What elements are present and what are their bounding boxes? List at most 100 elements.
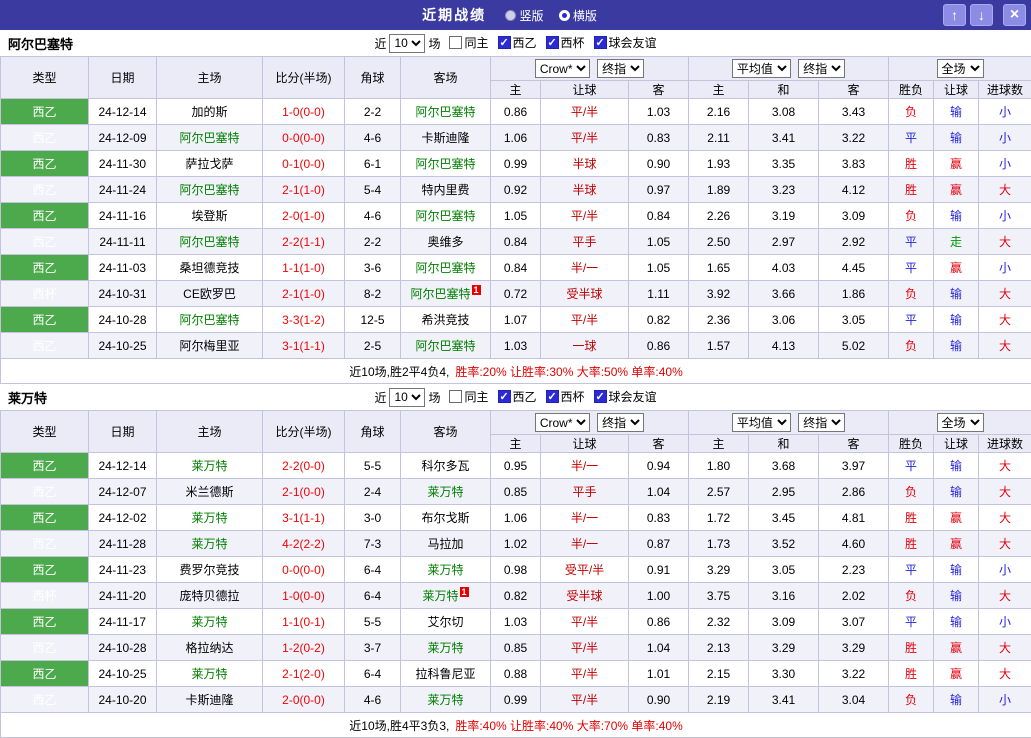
- layout-vertical-label: 竖版: [519, 9, 543, 23]
- filter-club-friendly[interactable]: 球会友谊: [594, 388, 657, 405]
- asia-handicap: 半球: [541, 177, 629, 203]
- euro-draw-odds: 3.05: [749, 557, 819, 583]
- match-score: 2-0(0-0): [263, 687, 345, 713]
- result-handicap: 输: [934, 281, 979, 307]
- euro-away-odds: 4.12: [819, 177, 889, 203]
- asia-handicap: 半球: [541, 151, 629, 177]
- match-type-badge: 西乙: [1, 99, 89, 125]
- filter-checkbox-segunda[interactable]: [498, 36, 511, 49]
- filter-copa[interactable]: 西杯: [546, 388, 585, 405]
- layout-horizontal-radio[interactable]: 横版: [559, 9, 597, 23]
- result-goals: 大: [979, 479, 1031, 505]
- filter-checkboxes: 同主西乙 西杯球会友谊: [440, 388, 656, 406]
- col-euro-draw: 和: [749, 435, 819, 453]
- col-asia-handicap: 让球: [541, 435, 629, 453]
- col-corner: 角球: [345, 57, 401, 99]
- match-score: 0-0(0-0): [263, 557, 345, 583]
- away-team: 阿尔巴塞特: [401, 151, 491, 177]
- corner-score: 2-2: [345, 99, 401, 125]
- result-goals: 大: [979, 281, 1031, 307]
- match-count-select[interactable]: 10: [389, 34, 425, 53]
- asia-time-select[interactable]: 终指: [597, 413, 644, 432]
- match-type-badge: 西乙: [1, 531, 89, 557]
- layout-vertical-radio[interactable]: 竖版: [505, 9, 543, 23]
- asia-handicap: 受半球: [541, 281, 629, 307]
- asia-away-odds: 1.11: [629, 281, 689, 307]
- euro-home-odds: 2.11: [689, 125, 749, 151]
- match-row: 西乙24-11-11阿尔巴塞特2-2(1-1)2-2奥维多0.84平手1.052…: [1, 229, 1031, 255]
- filter-checkbox-copa[interactable]: [546, 36, 559, 49]
- euro-away-odds: 3.29: [819, 635, 889, 661]
- asia-handicap: 平手: [541, 479, 629, 505]
- filter-checkbox-segunda[interactable]: [498, 390, 511, 403]
- scroll-down-button[interactable]: ↓: [970, 4, 993, 26]
- asia-handicap: 平/半: [541, 635, 629, 661]
- result-winloss: 平: [889, 125, 934, 151]
- home-team: 莱万特: [157, 505, 263, 531]
- topbar-buttons: ↑ ↓ ×: [943, 4, 1026, 26]
- match-type-badge: 西乙: [1, 687, 89, 713]
- match-type-badge: 西乙: [1, 203, 89, 229]
- euro-bookmaker-select[interactable]: 平均值: [732, 413, 791, 432]
- asia-time-select[interactable]: 终指: [597, 59, 644, 78]
- filter-segunda[interactable]: 西乙: [498, 34, 537, 51]
- asia-home-odds: 0.85: [491, 635, 541, 661]
- match-count-select[interactable]: 10: [389, 388, 425, 407]
- filter-club-friendly[interactable]: 球会友谊: [594, 34, 657, 51]
- close-button[interactable]: ×: [1003, 4, 1026, 26]
- match-row: 西乙24-11-23费罗尔竞技0-0(0-0)6-4莱万特0.98受平/半0.9…: [1, 557, 1031, 583]
- euro-away-odds: 3.22: [819, 661, 889, 687]
- filter-same-home[interactable]: 同主: [449, 388, 488, 405]
- match-type-badge: 西乙: [1, 177, 89, 203]
- match-row: 西乙24-12-09阿尔巴塞特0-0(0-0)4-6卡斯迪隆1.06平/半0.8…: [1, 125, 1031, 151]
- col-asia-away: 客: [629, 435, 689, 453]
- euro-draw-odds: 3.30: [749, 661, 819, 687]
- asia-handicap: 半/一: [541, 505, 629, 531]
- filter-label: 西杯: [561, 388, 585, 405]
- up-arrow-icon: ↑: [951, 7, 958, 23]
- page-title: 近期战绩: [422, 7, 486, 23]
- result-handicap: 赢: [934, 505, 979, 531]
- euro-away-odds: 3.43: [819, 99, 889, 125]
- asia-home-odds: 0.72: [491, 281, 541, 307]
- scroll-up-button[interactable]: ↑: [943, 4, 966, 26]
- result-winloss: 胜: [889, 177, 934, 203]
- asia-home-odds: 0.95: [491, 453, 541, 479]
- asia-home-odds: 0.84: [491, 229, 541, 255]
- corner-score: 3-6: [345, 255, 401, 281]
- filter-checkbox-club-friendly[interactable]: [594, 390, 607, 403]
- asia-bookmaker-select[interactable]: Crow*: [535, 59, 590, 78]
- result-goals: 大: [979, 307, 1031, 333]
- filter-checkbox-copa[interactable]: [546, 390, 559, 403]
- euro-bookmaker-select[interactable]: 平均值: [732, 59, 791, 78]
- filter-copa[interactable]: 西杯: [546, 34, 585, 51]
- result-goals: 小: [979, 99, 1031, 125]
- filter-segunda[interactable]: 西乙: [498, 388, 537, 405]
- euro-odds-group: 平均值 终指: [689, 411, 889, 435]
- match-type-badge: 西乙: [1, 479, 89, 505]
- filter-checkbox-same-home[interactable]: [449, 390, 462, 403]
- fulltime-select[interactable]: 全场: [937, 59, 984, 78]
- match-date: 24-11-16: [89, 203, 157, 229]
- euro-time-select[interactable]: 终指: [798, 413, 845, 432]
- away-team: 阿尔巴塞特: [401, 203, 491, 229]
- filter-checkbox-club-friendly[interactable]: [594, 36, 607, 49]
- result-handicap: 输: [934, 125, 979, 151]
- match-row: 西乙24-11-30萨拉戈萨0-1(0-0)6-1阿尔巴塞特0.99半球0.90…: [1, 151, 1031, 177]
- euro-away-odds: 3.09: [819, 203, 889, 229]
- fulltime-select[interactable]: 全场: [937, 413, 984, 432]
- corner-score: 6-4: [345, 557, 401, 583]
- away-team: 阿尔巴塞特: [401, 333, 491, 359]
- asia-bookmaker-select[interactable]: Crow*: [535, 413, 590, 432]
- close-icon: ×: [1010, 6, 1019, 23]
- match-type-badge: 西杯: [1, 583, 89, 609]
- filter-checkbox-same-home[interactable]: [449, 36, 462, 49]
- home-team: 格拉纳达: [157, 635, 263, 661]
- col-date: 日期: [89, 57, 157, 99]
- euro-time-select[interactable]: 终指: [798, 59, 845, 78]
- euro-home-odds: 2.26: [689, 203, 749, 229]
- filter-same-home[interactable]: 同主: [449, 34, 488, 51]
- match-score: 1-1(0-1): [263, 609, 345, 635]
- result-goals: 大: [979, 531, 1031, 557]
- result-winloss: 负: [889, 203, 934, 229]
